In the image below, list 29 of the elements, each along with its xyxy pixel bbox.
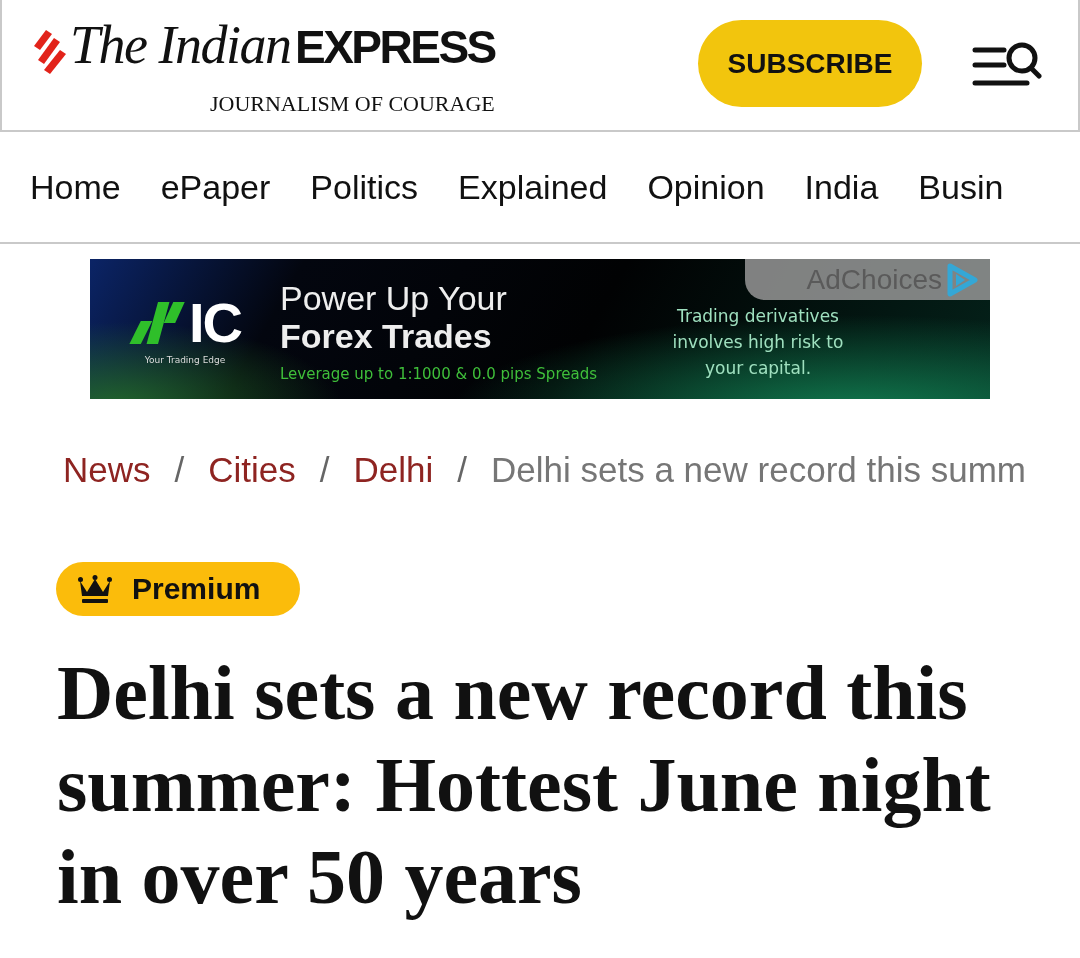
breadcrumb-separator: / (319, 449, 330, 491)
nav-link[interactable]: Politics (310, 167, 419, 207)
badge-label: Premium (132, 572, 261, 606)
ad-logo-text: IC (189, 297, 241, 349)
subscribe-button[interactable]: SUBSCRIBE (698, 20, 922, 107)
logo-icon (32, 29, 66, 74)
nav-link[interactable]: Opinion (647, 167, 765, 207)
ad-headline: Power Up Your Forex Trades (280, 279, 508, 355)
nav-link[interactable]: Explained (458, 167, 608, 207)
breadcrumb-link[interactable]: Cities (208, 449, 296, 491)
breadcrumb-link[interactable]: News (63, 449, 151, 491)
logo-wordmark[interactable]: The IndianEXPRESS (70, 20, 495, 83)
nav-link[interactable]: ePaper (160, 167, 271, 207)
crown-icon (78, 575, 112, 603)
menu-search-icon (972, 40, 1042, 87)
breadcrumb-current: Delhi sets a new record this summ (491, 449, 1026, 491)
nav-link[interactable]: India (804, 167, 879, 207)
ad-subline: Leverage up to 1:1000 & 0.0 pips Spreads (280, 365, 597, 383)
breadcrumb-link[interactable]: Delhi (353, 449, 434, 491)
ad-disclaimer: Trading derivatives involves high risk to your capital. (671, 305, 845, 380)
nav-link[interactable]: Busin (918, 167, 1004, 207)
menu-search-button[interactable] (972, 40, 1042, 87)
breadcrumb-separator: / (174, 449, 185, 491)
logo-tagline: JOURNALISM OF COURAGE (209, 91, 495, 117)
ad-logo-tagline: Your Trading Edge (144, 355, 226, 365)
breadcrumb-separator: / (457, 449, 468, 491)
ad-logo-icon (129, 302, 187, 344)
nav-link[interactable]: Home (30, 167, 121, 207)
article-headline: Delhi sets a new record this summer: Hottest June night in over 50 years (57, 648, 992, 922)
